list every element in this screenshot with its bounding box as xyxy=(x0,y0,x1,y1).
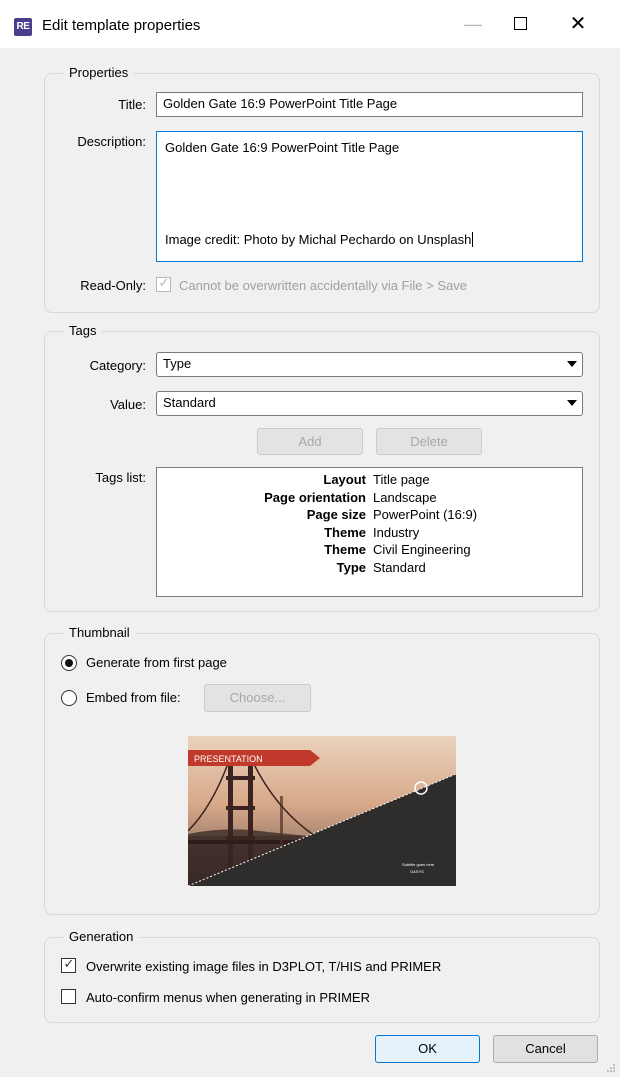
tags-list[interactable]: Layout Title page Page orientation Landscap… xyxy=(156,467,583,597)
description-label: Description: xyxy=(77,134,146,149)
window-title: Edit template properties xyxy=(42,17,201,34)
embed-label: Embed from file: xyxy=(86,690,181,705)
tag-value: Standard xyxy=(373,559,426,575)
properties-legend: Properties xyxy=(63,65,135,81)
tags-legend: Tags xyxy=(63,323,103,339)
tag-key: Page orientation xyxy=(264,489,366,505)
autoconfirm-label: Auto-confirm menus when generating in PR… xyxy=(86,990,370,1005)
value-label: Value: xyxy=(110,397,146,412)
tag-row[interactable]: Layout Title page xyxy=(157,472,582,489)
tag-row[interactable]: Theme Industry xyxy=(157,525,582,542)
title-label: Title: xyxy=(118,97,146,112)
tag-value: Industry xyxy=(373,524,420,540)
checkmark-icon: ✓ xyxy=(63,956,75,971)
thumbnail-legend: Thumbnail xyxy=(63,625,136,641)
description-textarea[interactable]: Golden Gate 16:9 PowerPoint Title Page I… xyxy=(156,131,583,262)
value-select-value: Standard xyxy=(163,395,216,410)
embed-radio[interactable] xyxy=(61,690,77,706)
tag-key: Layout xyxy=(323,472,366,487)
generate-label: Generate from first page xyxy=(86,655,227,670)
tag-value: PowerPoint (16:9) xyxy=(373,507,478,522)
maximize-icon xyxy=(513,16,527,30)
preview-subtitle-text: Subtitle goes here xyxy=(402,862,435,867)
minimize-icon: — xyxy=(464,14,482,34)
tags-list-label: Tags list: xyxy=(95,470,146,485)
thumbnail-preview: PRESENTATION Subtitle goes here OASYS xyxy=(188,736,456,886)
generate-radio[interactable] xyxy=(61,655,77,671)
value-select[interactable]: Standard xyxy=(156,391,583,416)
tag-key: Page size xyxy=(306,507,366,522)
readonly-label: Read-Only: xyxy=(80,278,146,293)
overwrite-checkbox[interactable]: ✓ xyxy=(61,956,76,973)
tag-key: Theme xyxy=(324,542,366,557)
choose-file-button[interactable]: Choose... xyxy=(204,684,311,712)
tag-row[interactable]: Page orientation Landscape xyxy=(157,490,582,507)
tag-value: Civil Engineering xyxy=(373,542,471,557)
thumbnail-preview-image: PRESENTATION Subtitle goes here OASYS xyxy=(188,736,456,886)
resize-grip-icon[interactable] xyxy=(606,1063,616,1073)
cancel-button[interactable]: Cancel xyxy=(493,1035,598,1063)
preview-banner-text: PRESENTATION xyxy=(194,754,263,764)
app-icon: RE xyxy=(14,18,32,36)
readonly-text: Cannot be overwritten accidentally via F… xyxy=(179,278,467,293)
add-tag-button[interactable]: Add xyxy=(257,428,363,455)
text-caret xyxy=(472,232,474,247)
autoconfirm-checkbox[interactable] xyxy=(61,989,76,1004)
ok-button[interactable]: OK xyxy=(375,1035,480,1063)
close-button[interactable]: ✕ xyxy=(555,8,601,40)
generation-group: Generation xyxy=(44,929,600,1023)
tag-key: Type xyxy=(336,559,366,575)
tag-row[interactable]: Type Standard xyxy=(157,560,582,577)
tag-value: Title page xyxy=(373,472,430,487)
maximize-button[interactable] xyxy=(497,8,543,40)
tag-row[interactable]: Theme Civil Engineering xyxy=(157,542,582,559)
readonly-checkbox[interactable]: ✓ xyxy=(156,275,171,292)
category-label: Category: xyxy=(89,358,146,373)
tag-value: Landscape xyxy=(373,489,437,505)
description-line-2: Image credit: Photo by Michal Pechardo o… xyxy=(165,232,474,247)
radio-selected-dot xyxy=(65,659,73,667)
tag-key: Theme xyxy=(324,524,366,540)
description-line-1: Golden Gate 16:9 PowerPoint Title Page xyxy=(165,140,400,155)
preview-logo-text: OASYS xyxy=(410,869,424,874)
tag-row[interactable]: Page size PowerPoint (16:9) xyxy=(157,507,582,524)
category-select[interactable]: Type xyxy=(156,352,583,377)
checkmark-icon: ✓ xyxy=(158,275,170,290)
overwrite-label: Overwrite existing image files in D3PLOT… xyxy=(86,959,442,974)
delete-tag-button[interactable]: Delete xyxy=(376,428,482,455)
dropdown-arrow-icon xyxy=(567,361,577,367)
title-input[interactable]: Golden Gate 16:9 PowerPoint Title Page xyxy=(156,92,583,117)
dropdown-arrow-icon xyxy=(567,400,577,406)
close-icon: ✕ xyxy=(569,13,587,35)
minimize-button[interactable]: — xyxy=(450,8,496,40)
category-select-value: Type xyxy=(163,356,192,371)
generation-legend: Generation xyxy=(63,929,140,945)
title-bar: RE Edit template properties — ✕ xyxy=(0,0,620,48)
